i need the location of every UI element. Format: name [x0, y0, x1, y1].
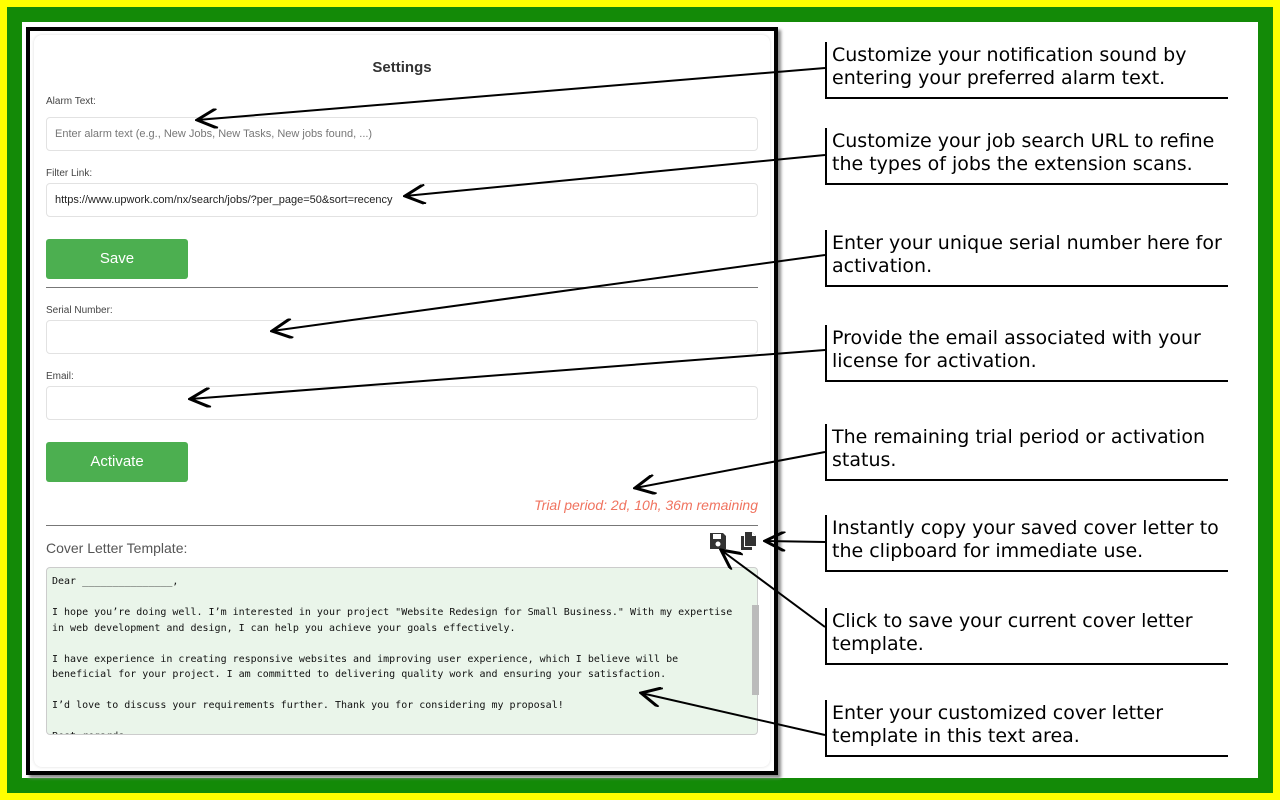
- arrow: [635, 451, 826, 488]
- arrow: [405, 154, 826, 196]
- arrow: [190, 349, 826, 399]
- arrow: [765, 541, 826, 542]
- arrow: [641, 693, 826, 736]
- arrow: [721, 550, 826, 628]
- arrow: [272, 254, 826, 331]
- arrow: [197, 67, 826, 120]
- arrows: [0, 67, 826, 736]
